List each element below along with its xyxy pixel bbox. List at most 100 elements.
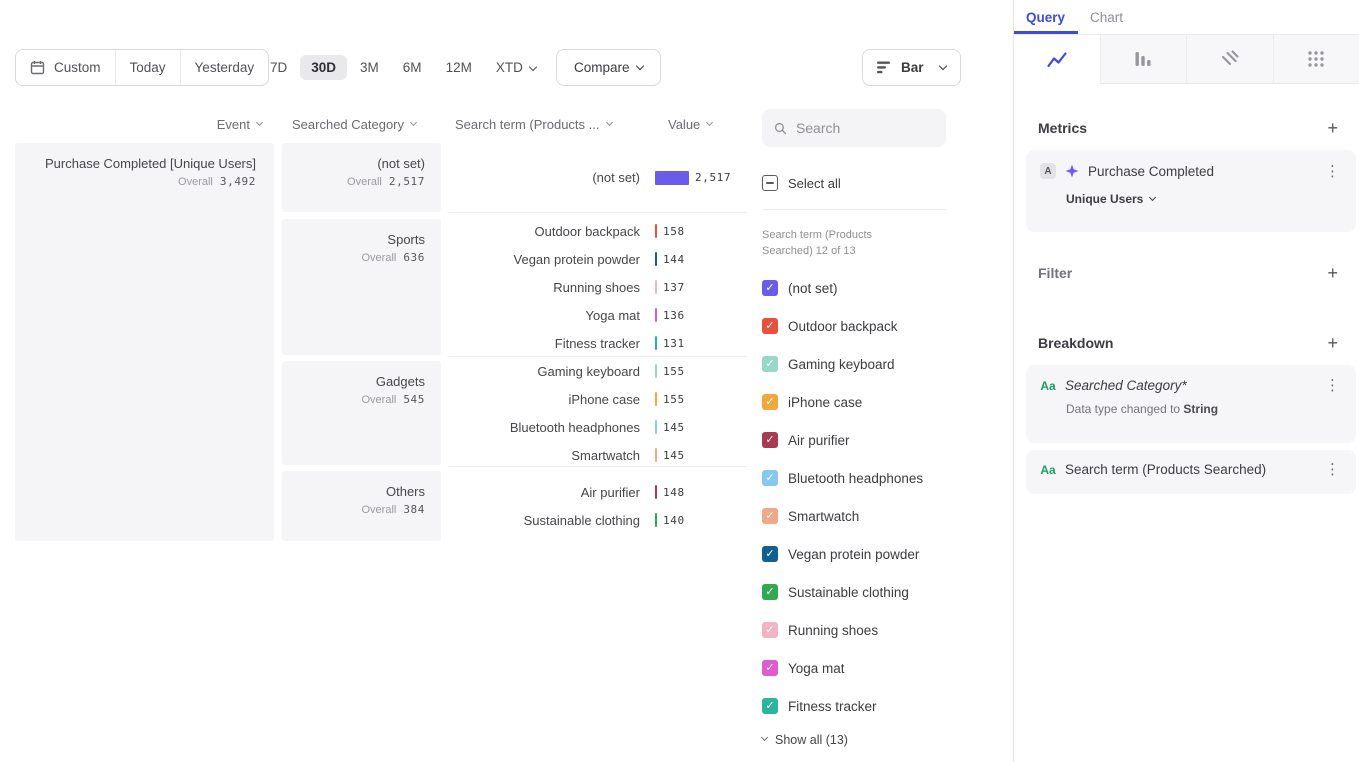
add-filter-button[interactable]: + <box>1327 264 1338 282</box>
value-bar[interactable] <box>655 336 657 350</box>
filter-option-label: iPhone case <box>788 395 862 410</box>
chart-type-button[interactable]: Bar <box>862 49 961 86</box>
compare-button[interactable]: Compare <box>556 49 661 86</box>
checkbox-checked-icon[interactable] <box>762 394 778 410</box>
value-bar[interactable] <box>655 364 657 378</box>
range-30d-button[interactable]: 30D <box>300 55 347 80</box>
yesterday-label: Yesterday <box>195 60 255 75</box>
range-12m-button[interactable]: 12M <box>435 55 483 80</box>
range-7d-button[interactable]: 7D <box>259 55 298 80</box>
date-preset-group: Custom Today Yesterday <box>15 49 269 86</box>
search-term-label: Sustainable clothing <box>449 513 640 528</box>
select-all-label: Select all <box>788 176 841 191</box>
column-header-term[interactable]: Search term (Products ... <box>455 117 612 132</box>
filter-heading: Filter <box>1038 265 1072 281</box>
metric-card[interactable]: A Purchase Completed ⋮ Unique Users <box>1026 150 1356 232</box>
tab-funnels[interactable] <box>1100 35 1187 84</box>
custom-date-button[interactable]: Custom <box>16 50 116 85</box>
insights-line-chart-icon <box>1046 50 1068 70</box>
value-header-label: Value <box>668 117 700 132</box>
tab-flows[interactable] <box>1273 35 1359 84</box>
column-header-value[interactable]: Value <box>668 117 712 132</box>
event-sparkle-icon <box>1065 164 1079 178</box>
filter-option[interactable]: Air purifier <box>762 421 923 459</box>
metrics-heading: Metrics <box>1038 120 1087 136</box>
range-xtd-button[interactable]: XTD <box>485 55 547 80</box>
metric-letter-badge: A <box>1040 163 1056 179</box>
breakdown-menu-button[interactable]: ⋮ <box>1323 462 1342 477</box>
report-type-tabs <box>1014 34 1359 84</box>
checkbox-checked-icon[interactable] <box>762 698 778 714</box>
filter-option[interactable]: Yoga mat <box>762 649 923 687</box>
value-bar[interactable] <box>655 280 657 294</box>
chevron-down-icon <box>410 119 417 126</box>
select-all-checkbox[interactable] <box>762 175 778 191</box>
checkbox-checked-icon[interactable] <box>762 508 778 524</box>
value-bar[interactable] <box>655 252 657 266</box>
value-number: 155 <box>663 393 685 406</box>
filter-option[interactable]: Outdoor backpack <box>762 307 923 345</box>
checkbox-checked-icon[interactable] <box>762 356 778 372</box>
tab-chart[interactable]: Chart <box>1090 10 1123 25</box>
checkbox-checked-icon[interactable] <box>762 470 778 486</box>
value-bar[interactable] <box>655 485 657 499</box>
value-bar[interactable] <box>655 420 657 434</box>
category-header-label: Searched Category <box>292 117 404 132</box>
filter-option[interactable]: (not set) <box>762 269 923 307</box>
table-row: Bluetooth headphones 145 <box>449 413 749 441</box>
event-name: Purchase Completed [Unique Users] <box>15 156 256 171</box>
value-bar[interactable] <box>655 448 657 462</box>
range-6m-button[interactable]: 6M <box>392 55 433 80</box>
filter-option[interactable]: Gaming keyboard <box>762 345 923 383</box>
search-input[interactable] <box>796 120 934 136</box>
add-metric-button[interactable]: + <box>1327 119 1338 137</box>
category-name: Others <box>282 484 425 499</box>
filter-option-label: Fitness tracker <box>788 699 877 714</box>
custom-label: Custom <box>54 60 101 75</box>
column-header-category[interactable]: Searched Category <box>292 117 416 132</box>
checkbox-checked-icon[interactable] <box>762 318 778 334</box>
metric-menu-button[interactable]: ⋮ <box>1323 164 1342 179</box>
checkbox-checked-icon[interactable] <box>762 280 778 296</box>
table-row: (not set) 2,517 <box>449 164 749 192</box>
range-3m-button[interactable]: 3M <box>349 55 390 80</box>
filter-option[interactable]: Sustainable clothing <box>762 573 923 611</box>
checkbox-checked-icon[interactable] <box>762 432 778 448</box>
filter-option[interactable]: iPhone case <box>762 383 923 421</box>
filter-option-label: (not set) <box>788 281 838 296</box>
value-bar[interactable] <box>655 308 657 322</box>
tab-query[interactable]: Query <box>1026 10 1065 25</box>
breakdown-card[interactable]: Aa Searched Category* ⋮ Data type change… <box>1026 365 1356 443</box>
table-row: Smartwatch 145 <box>449 441 749 469</box>
breakdown-card[interactable]: Aa Search term (Products Searched) ⋮ <box>1026 450 1356 494</box>
filter-option[interactable]: Fitness tracker <box>762 687 923 725</box>
filter-option[interactable]: Bluetooth headphones <box>762 459 923 497</box>
breakdown-menu-button[interactable]: ⋮ <box>1323 378 1342 393</box>
value-number: 2,517 <box>695 171 731 184</box>
filter-option[interactable]: Running shoes <box>762 611 923 649</box>
aggregation-dropdown[interactable]: Unique Users <box>1066 192 1342 206</box>
column-header-event[interactable]: Event <box>15 117 262 132</box>
value-bar[interactable] <box>655 224 657 238</box>
value-bar[interactable] <box>655 171 689 185</box>
checkbox-checked-icon[interactable] <box>762 660 778 676</box>
filter-option[interactable]: Smartwatch <box>762 497 923 535</box>
checkbox-checked-icon[interactable] <box>762 584 778 600</box>
tab-retention[interactable] <box>1186 35 1273 84</box>
value-number: 137 <box>663 281 685 294</box>
checkbox-checked-icon[interactable] <box>762 546 778 562</box>
category-cell: Others Overall384 <box>282 471 441 541</box>
today-button[interactable]: Today <box>116 50 181 85</box>
tab-insights[interactable] <box>1014 35 1100 84</box>
query-panel-tabs: Query Chart <box>1014 0 1359 34</box>
filter-option[interactable]: Vegan protein powder <box>762 535 923 573</box>
checkbox-checked-icon[interactable] <box>762 622 778 638</box>
select-all-row[interactable]: Select all <box>762 175 841 191</box>
show-all-button[interactable]: Show all (13) <box>762 733 848 747</box>
value-bar[interactable] <box>655 513 657 527</box>
value-bar[interactable] <box>655 392 657 406</box>
filter-section-header: Filter + <box>1038 264 1338 282</box>
add-breakdown-button[interactable]: + <box>1327 334 1338 352</box>
yesterday-button[interactable]: Yesterday <box>181 50 269 85</box>
filter-option-label: Air purifier <box>788 433 850 448</box>
